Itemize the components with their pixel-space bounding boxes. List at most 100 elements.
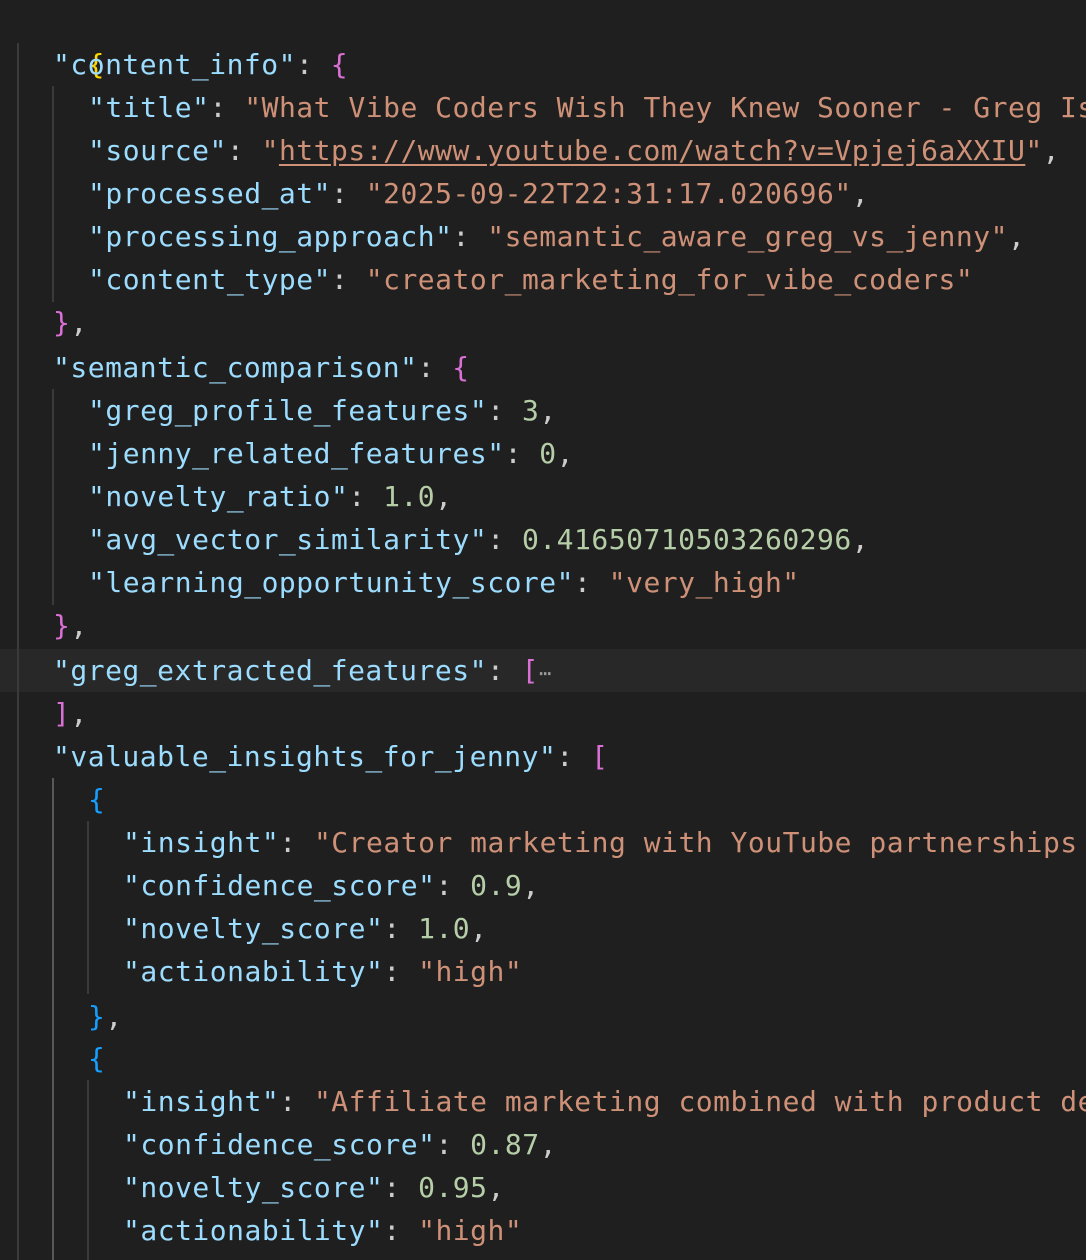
colon: :: [383, 955, 419, 988]
code-line[interactable]: "semantic_comparison": {: [53, 346, 470, 389]
json-number-value: 0.87: [470, 1128, 540, 1161]
code-line[interactable]: "jenny_related_features": 0,: [88, 432, 574, 475]
code-line[interactable]: "greg_extracted_features": [⋯: [53, 649, 552, 692]
json-number-value: 0.9: [470, 869, 523, 902]
colon: :: [504, 437, 540, 470]
json-key: "greg_extracted_features": [53, 654, 487, 687]
comma: ,: [70, 609, 88, 642]
colon: :: [486, 654, 522, 687]
json-key: "avg_vector_similarity": [88, 523, 488, 556]
json-key: "novelty_ratio": [88, 480, 349, 513]
json-key: "confidence_score": [123, 869, 436, 902]
comma: ,: [1042, 134, 1061, 167]
comma: ,: [70, 306, 88, 339]
code-line[interactable]: "confidence_score": 0.87,: [123, 1123, 557, 1166]
code-line[interactable]: "actionability": "high": [123, 1209, 522, 1252]
json-string-value: "high": [418, 955, 523, 988]
json-key: "greg_profile_features": [88, 394, 488, 427]
code-line[interactable]: {: [88, 1037, 105, 1080]
json-key: "processed_at": [88, 177, 332, 210]
code-line[interactable]: },: [53, 301, 88, 344]
comma: ,: [105, 1000, 123, 1033]
code-line[interactable]: ],: [53, 692, 88, 735]
code-line[interactable]: "valuable_insights_for_jenny": [: [53, 735, 608, 778]
code-line[interactable]: "novelty_score": 1.0,: [123, 907, 488, 950]
code-line[interactable]: "greg_profile_features": 3,: [88, 389, 557, 432]
comma: ,: [1007, 220, 1026, 253]
colon: :: [383, 1171, 419, 1204]
code-line[interactable]: },: [53, 604, 88, 647]
colon: :: [296, 48, 331, 81]
json-string-value: "semantic_aware_greg_vs_jenny": [487, 220, 1008, 253]
code-line[interactable]: "content_info": {: [53, 43, 348, 86]
json-key: "content_info": [53, 48, 297, 81]
json-key: "title": [88, 91, 210, 124]
source-url-link[interactable]: https://www.youtube.com/watch?v=Vpjej6aX…: [279, 134, 1025, 167]
comma: ,: [435, 480, 453, 513]
colon: :: [331, 177, 366, 210]
string-quote: ": [1025, 134, 1043, 167]
folded-region-ellipsis-icon[interactable]: ⋯: [539, 661, 552, 685]
comma: ,: [851, 523, 870, 556]
json-string-value: "2025-09-22T22:31:17.020696": [365, 177, 852, 210]
code-line[interactable]: "processed_at": "2025-09-22T22:31:17.020…: [88, 172, 869, 215]
json-string-value: "Affiliate marketing combined with produ…: [313, 1085, 1086, 1118]
comma: ,: [487, 1171, 505, 1204]
code-line[interactable]: {: [18, 0, 105, 81]
code-line[interactable]: "learning_opportunity_score": "very_high…: [88, 561, 800, 604]
code-line[interactable]: "actionability": "high": [123, 950, 522, 993]
comma: ,: [851, 177, 870, 210]
code-line[interactable]: "processing_approach": "semantic_aware_g…: [88, 215, 1025, 258]
brace-open: {: [88, 1042, 106, 1075]
comma: ,: [539, 1128, 557, 1161]
brace-open: {: [88, 783, 106, 816]
json-key: "confidence_score": [123, 1128, 436, 1161]
colon: :: [383, 1214, 419, 1247]
colon: :: [383, 912, 419, 945]
json-number-value: 1.0: [418, 912, 471, 945]
colon: :: [209, 91, 245, 124]
json-key: "learning_opportunity_score": [88, 566, 575, 599]
colon: :: [487, 523, 522, 556]
json-key: "content_type": [88, 263, 332, 296]
code-line[interactable]: "insight": "Creator marketing with YouTu…: [123, 821, 1078, 864]
json-number-value: 0: [539, 437, 557, 470]
code-line[interactable]: "confidence_score": 0.9,: [123, 864, 540, 907]
colon: :: [556, 740, 592, 773]
colon: :: [279, 1085, 314, 1118]
json-string-value: "Creator marketing with YouTube partners…: [313, 826, 1078, 859]
code-line[interactable]: "title": "What Vibe Coders Wish They Kne…: [88, 86, 1086, 129]
code-line[interactable]: "avg_vector_similarity": 0.4165071050326…: [88, 518, 869, 561]
json-key: "semantic_comparison": [53, 351, 418, 384]
code-line[interactable]: {: [88, 778, 105, 821]
code-line[interactable]: "source": "https://www.youtube.com/watch…: [88, 129, 1060, 172]
code-line[interactable]: },: [88, 995, 123, 1038]
json-key: "novelty_score": [123, 912, 384, 945]
brace-open: {: [330, 48, 349, 81]
comma: ,: [539, 394, 557, 427]
code-editor[interactable]: { "content_info": { "title": "What Vibe …: [0, 0, 1086, 1260]
json-string-value: "What Vibe Coders Wish They Knew Sooner …: [244, 91, 1086, 124]
indent-guide: [52, 389, 54, 605]
json-key: "processing_approach": [88, 220, 453, 253]
code-line[interactable]: "insight": "Affiliate marketing combined…: [123, 1080, 1086, 1123]
colon: :: [435, 869, 471, 902]
json-number-value: 1.0: [383, 480, 436, 513]
code-line[interactable]: "novelty_ratio": 1.0,: [88, 475, 453, 518]
brace-close: }: [88, 1000, 106, 1033]
comma: ,: [470, 912, 488, 945]
colon: :: [226, 134, 262, 167]
brace-open: {: [452, 351, 470, 384]
json-key: "actionability": [123, 955, 384, 988]
indent-guide: [17, 43, 19, 1260]
code-line[interactable]: "content_type": "creator_marketing_for_v…: [88, 258, 973, 301]
json-key: "valuable_insights_for_jenny": [53, 740, 557, 773]
json-string-value: "high": [418, 1214, 523, 1247]
bracket-open: [: [521, 654, 540, 687]
colon: :: [279, 826, 314, 859]
json-number-value: 0.95: [418, 1171, 488, 1204]
comma: ,: [556, 437, 575, 470]
colon: :: [331, 263, 366, 296]
colon: :: [452, 220, 488, 253]
code-line[interactable]: "novelty_score": 0.95,: [123, 1166, 505, 1209]
